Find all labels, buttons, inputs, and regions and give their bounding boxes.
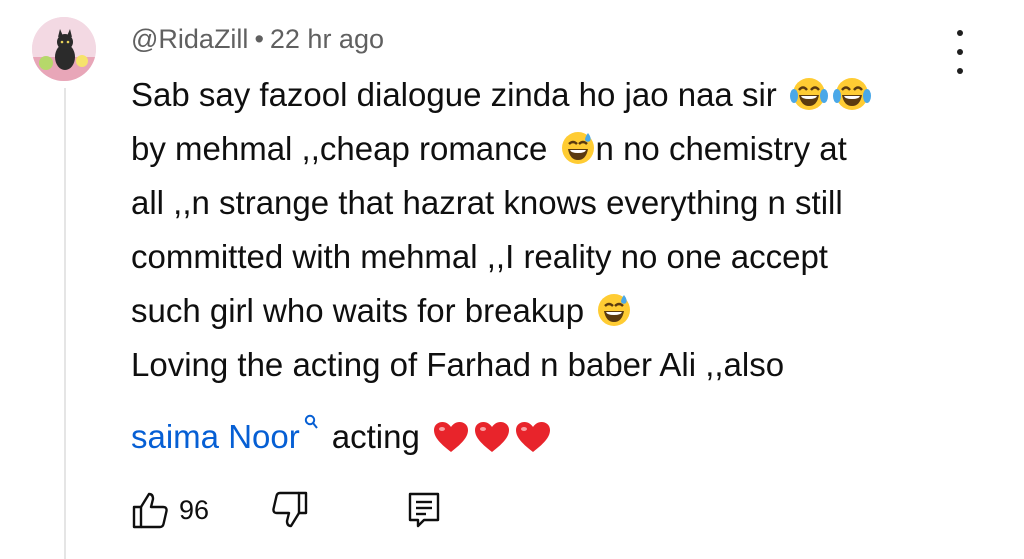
timestamp[interactable]: 22 hr ago (270, 24, 384, 54)
author-name[interactable]: @RidaZill (131, 24, 248, 54)
comment-header: @RidaZill • 22 hr ago (131, 24, 384, 55)
comment-line: committed with mehmal ,,I reality no one… (131, 238, 828, 275)
meta-separator: • (254, 24, 264, 54)
sweat-smile-emoji (598, 294, 631, 326)
thumbs-down-icon (272, 491, 308, 528)
search-icon (304, 392, 318, 446)
comment-line: by mehmal ,,cheap romance n no chemistry… (131, 130, 847, 167)
dislike-button[interactable] (269, 490, 309, 530)
red-heart-emoji (433, 422, 468, 452)
like-count: 96 (179, 494, 210, 525)
comment-line: Sab say fazool dialogue zinda ho jao naa… (131, 68, 971, 122)
like-button[interactable]: 96 (131, 490, 209, 530)
sweat-smile-emoji (561, 132, 594, 164)
comment-line: saima Noor acting (131, 392, 971, 455)
comment-actions: 96 (131, 485, 441, 535)
comment-text: Sab say fazool dialogue zinda ho jao naa… (131, 68, 971, 455)
reply-button[interactable] (407, 491, 441, 529)
thumbs-up-icon (132, 492, 168, 529)
comment-line: such girl who waits for breakup (131, 284, 971, 338)
avatar[interactable] (32, 17, 96, 81)
mention-link[interactable]: saima Noor (131, 418, 300, 455)
red-heart-emoji (474, 422, 509, 452)
comment-line: Loving the acting of Farhad n baber Ali … (131, 346, 785, 383)
comment-reply-icon (408, 492, 440, 528)
comment-line: all ,,n strange that hazrat knows everyt… (131, 184, 843, 221)
laughing-tears-emoji (789, 78, 828, 110)
red-heart-emoji (515, 422, 550, 452)
thread-line (64, 88, 66, 559)
laughing-tears-emoji (832, 78, 871, 110)
